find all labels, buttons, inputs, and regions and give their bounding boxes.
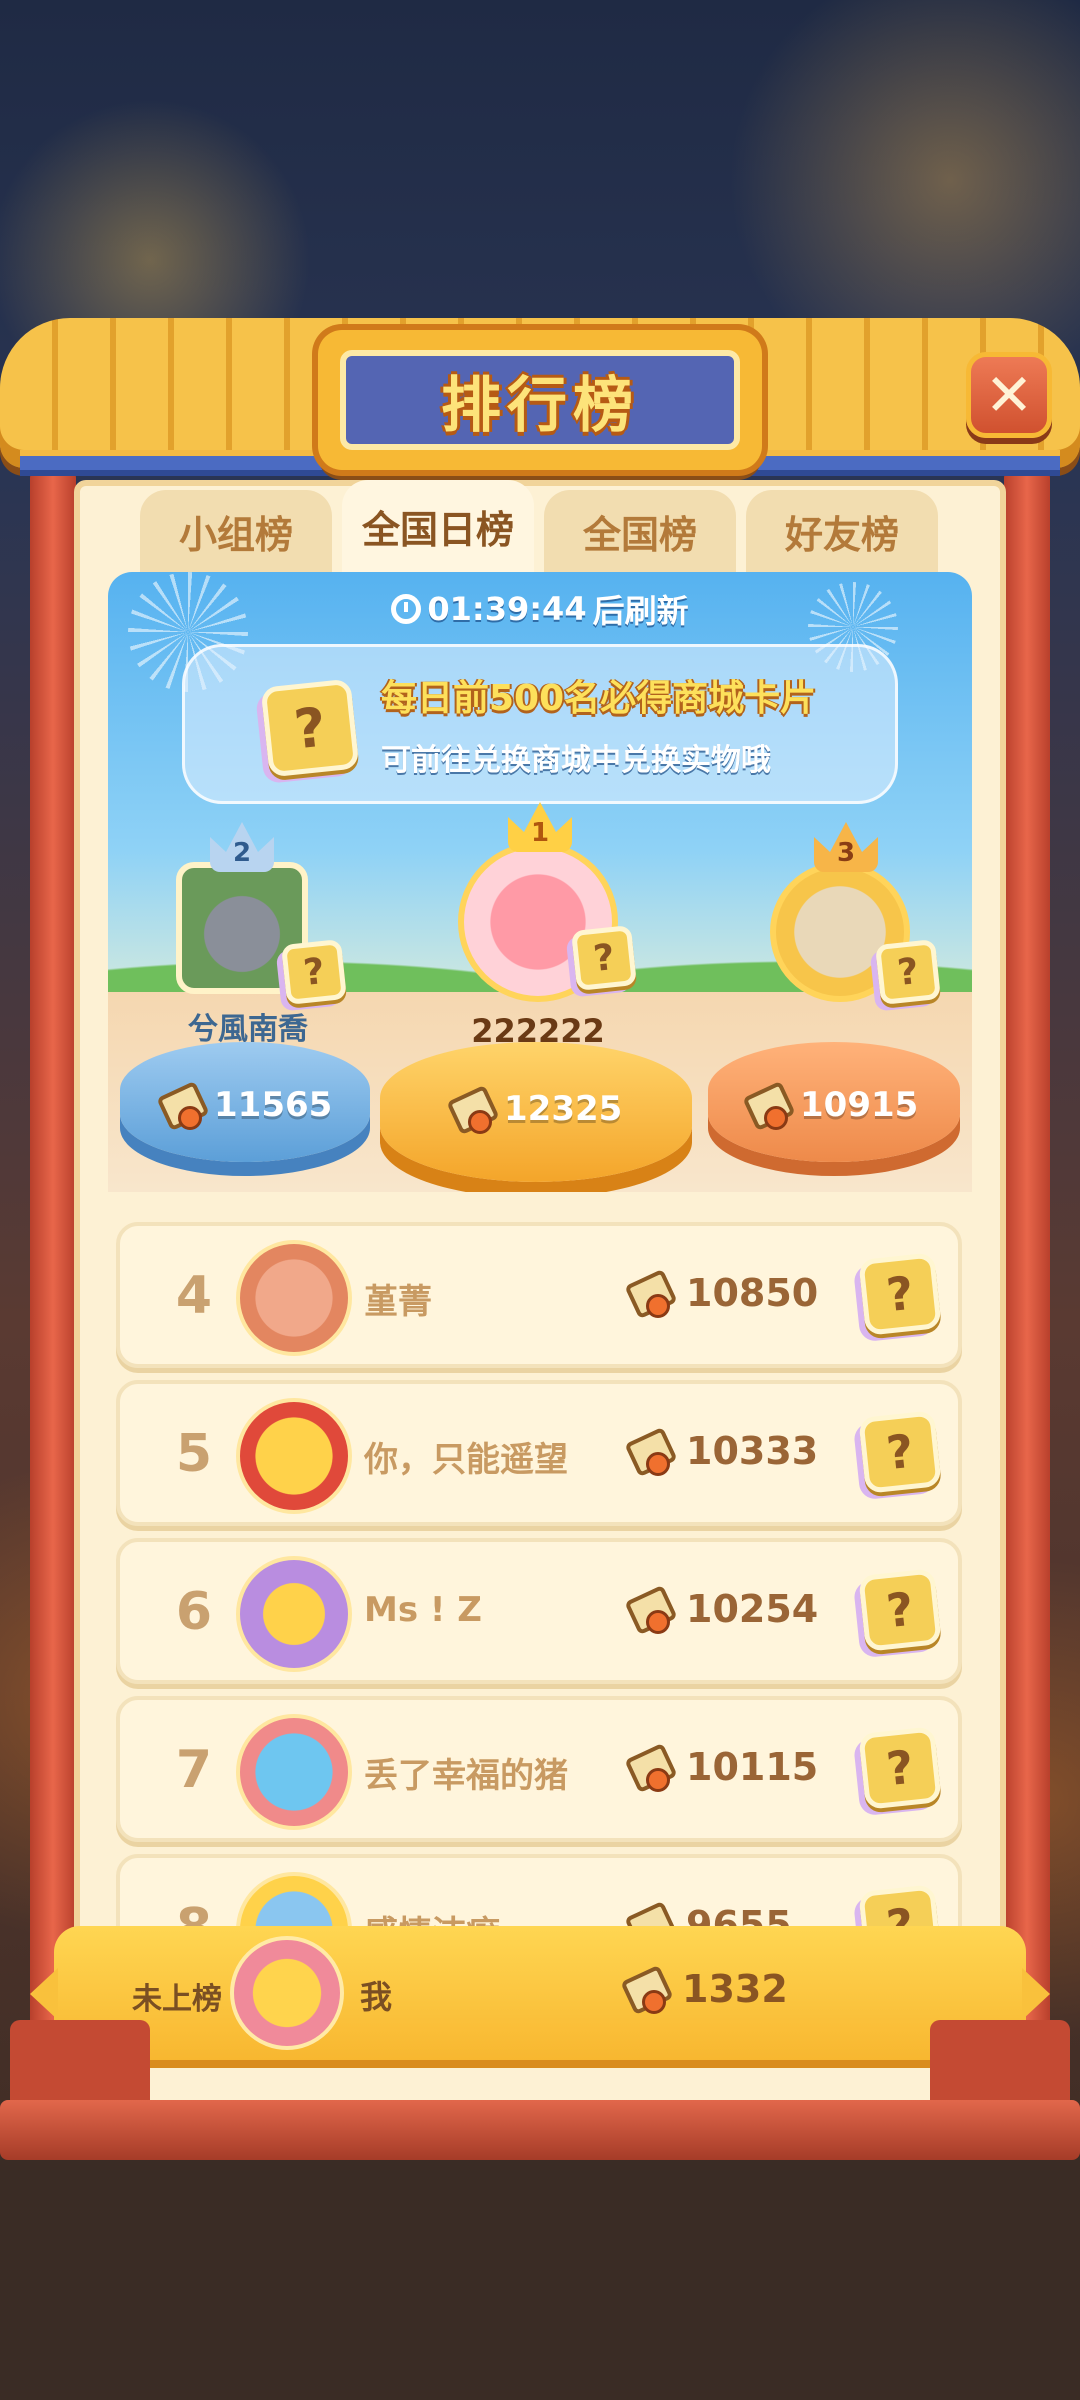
tab-friends[interactable]: 好友榜 [746, 490, 938, 572]
card-question-icon[interactable]: ? [571, 925, 637, 991]
player-name-rank-2: 兮風南喬 [188, 1012, 308, 1047]
avatar[interactable] [236, 1714, 352, 1830]
dialog-title: 排行榜 [441, 370, 639, 441]
player-score: 10254 [626, 1586, 818, 1634]
card-question-icon[interactable]: ? [858, 1568, 942, 1652]
close-icon: ✕ [984, 361, 1034, 429]
tab-national-daily[interactable]: 全国日榜 [342, 480, 534, 572]
tab-national[interactable]: 全国榜 [544, 490, 736, 572]
top-three-header: 01:39:44 后刷新 ? 每日前500名必得商城卡片 可前往兑换商城中兑换实… [108, 572, 972, 1192]
background-bottom [0, 2150, 1080, 2400]
avatar[interactable] [236, 1398, 352, 1514]
ranking-list[interactable]: 4 堇菁 10850 ? 5 你，只能遥望 10333 ? 6 Ms ! Z 1… [0, 1210, 1080, 1930]
player-name: 丢了幸福的猪 [364, 1756, 568, 1796]
list-item[interactable]: 7 丢了幸福的猪 10115 ? [116, 1696, 962, 1842]
tab-group[interactable]: 小组榜 [140, 490, 332, 572]
card-question-icon: ? [260, 678, 360, 778]
rank-number: 5 [175, 1424, 213, 1484]
coupon-icon [622, 1966, 668, 2014]
my-rank-text: 未上榜 [132, 1982, 222, 2017]
player-name: Ms ! Z [364, 1590, 482, 1630]
coupon-icon [626, 1428, 672, 1476]
player-score: 10333 [626, 1428, 818, 1476]
crown-rank-2-icon: 2 [210, 822, 274, 872]
player-name-rank-1: 222222 [471, 1012, 605, 1050]
card-question-icon[interactable]: ? [281, 939, 347, 1005]
list-item[interactable]: 4 堇菁 10850 ? [116, 1222, 962, 1368]
my-score: 1332 [622, 1966, 788, 2014]
avatar[interactable] [236, 1240, 352, 1356]
clock-icon [391, 594, 422, 624]
coupon-icon [626, 1586, 672, 1634]
rank-number: 4 [175, 1266, 213, 1326]
crown-rank-3-icon: 3 [814, 822, 878, 872]
player-name: 堇菁 [364, 1282, 432, 1322]
avatar[interactable] [236, 1872, 352, 1930]
card-question-icon[interactable]: ? [875, 939, 941, 1005]
my-rank-bar[interactable]: 未上榜 我 1332 [30, 1926, 1050, 2060]
notice-headline: 每日前500名必得商城卡片 [381, 678, 817, 719]
coupon-icon [158, 1082, 204, 1130]
score-rank-2: 11565 [158, 1082, 332, 1130]
card-question-icon[interactable]: ? [858, 1252, 942, 1336]
my-name: 我 [360, 1978, 393, 2016]
coupon-icon [448, 1086, 494, 1134]
player-name: 你，只能遥望 [364, 1440, 568, 1480]
card-question-icon[interactable]: ? [858, 1726, 942, 1810]
list-item[interactable]: 8 感情洁癖 9655 ? [116, 1854, 962, 1930]
frame-bottom-beam [0, 2100, 1080, 2160]
card-question-icon[interactable]: ? [858, 1884, 942, 1930]
tab-bar: 小组榜 全国日榜 全国榜 好友榜 [140, 480, 940, 572]
list-item[interactable]: 6 Ms ! Z 10254 ? [116, 1538, 962, 1684]
coupon-icon [626, 1270, 672, 1318]
countdown-suffix: 后刷新 [592, 592, 689, 630]
score-rank-3: 10915 [744, 1082, 918, 1130]
coupon-icon [626, 1744, 672, 1792]
refresh-timer: 01:39:44 后刷新 [108, 586, 972, 632]
player-score: 10850 [626, 1270, 818, 1318]
rank-number: 6 [175, 1582, 213, 1642]
player-score: 10115 [626, 1744, 818, 1792]
countdown-text: 01:39:44 [427, 590, 587, 628]
crown-rank-1-icon: 1 [508, 802, 572, 852]
close-button[interactable]: ✕ [966, 352, 1052, 438]
rank-number: 7 [175, 1740, 213, 1800]
avatar[interactable] [236, 1556, 352, 1672]
notice-subline: 可前往兑换商城中兑换实物哦 [381, 743, 771, 778]
title-plaque: 排行榜 [318, 330, 762, 470]
list-item[interactable]: 5 你，只能遥望 10333 ? [116, 1380, 962, 1526]
reward-notice: ? 每日前500名必得商城卡片 可前往兑换商城中兑换实物哦 [182, 644, 898, 804]
my-avatar[interactable] [230, 1936, 344, 2050]
card-question-icon[interactable]: ? [858, 1410, 942, 1494]
coupon-icon [744, 1082, 790, 1130]
score-rank-1: 12325 [448, 1086, 622, 1134]
